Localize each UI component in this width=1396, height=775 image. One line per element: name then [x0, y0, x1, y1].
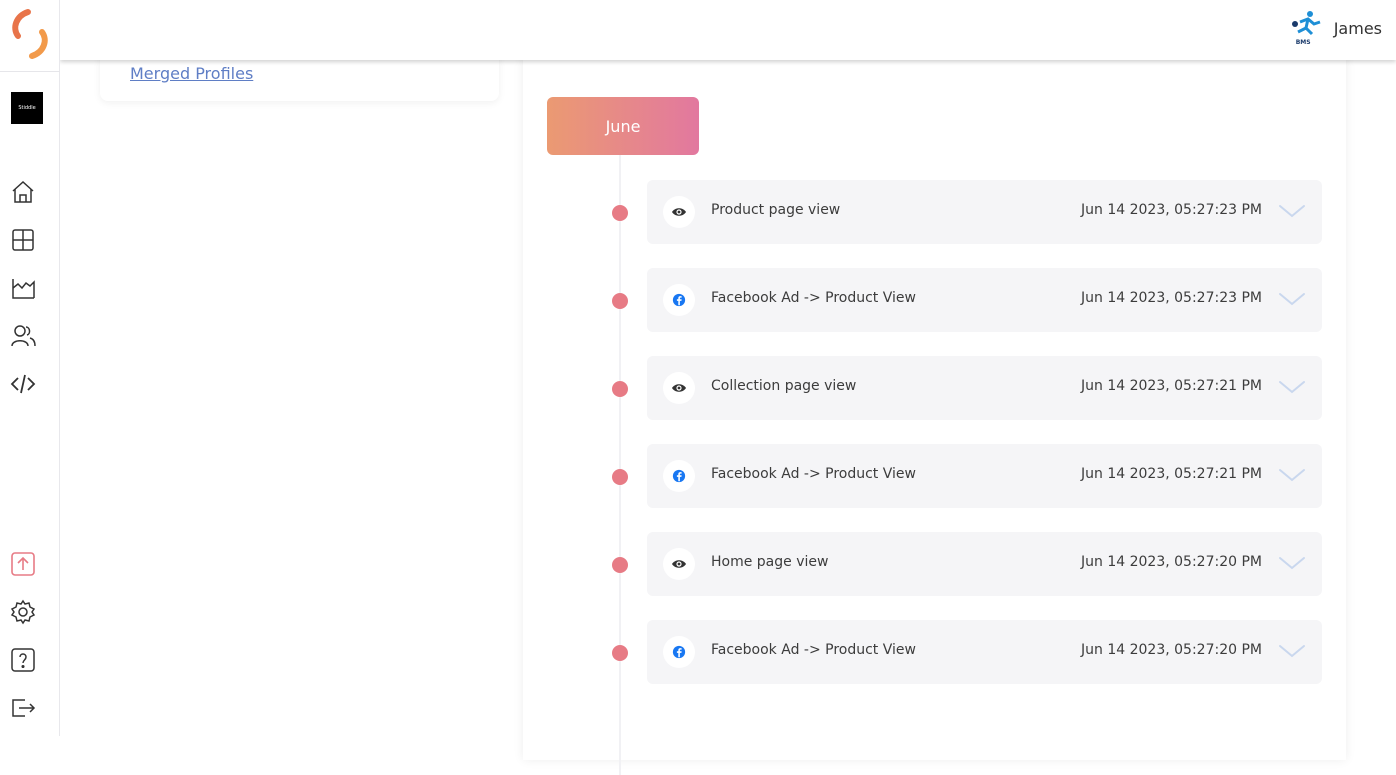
eye-icon — [663, 196, 695, 228]
event-title: Home page view — [711, 554, 829, 570]
event-title: Facebook Ad -> Product View — [711, 642, 916, 658]
help-icon — [11, 648, 35, 672]
nav-help[interactable] — [10, 647, 36, 673]
org-logo-text: BMS — [1295, 39, 1311, 46]
event-title: Collection page view — [711, 378, 857, 394]
runner-icon — [1291, 11, 1321, 36]
timeline-event: Facebook Ad -> Product View Jun 14 2023, … — [523, 620, 1346, 684]
event-timestamp: Jun 14 2023, 05:27:23 PM — [1081, 202, 1262, 218]
month-label: June — [547, 97, 699, 155]
chevron-down-icon[interactable] — [1278, 466, 1306, 486]
facebook-icon — [663, 284, 695, 316]
eye-icon — [663, 372, 695, 404]
event-card[interactable]: Facebook Ad -> Product View Jun 14 2023, … — [647, 268, 1322, 332]
nav-logout[interactable] — [10, 695, 36, 721]
event-title: Product page view — [711, 202, 841, 218]
timeline-dot — [612, 557, 628, 573]
timeline-event: Facebook Ad -> Product View Jun 14 2023, … — [523, 268, 1346, 332]
timeline-dot — [612, 469, 628, 485]
timeline-event: Facebook Ad -> Product View Jun 14 2023, … — [523, 444, 1346, 508]
timeline-dot — [612, 293, 628, 309]
event-title: Facebook Ad -> Product View — [711, 466, 916, 482]
chevron-down-icon[interactable] — [1278, 642, 1306, 662]
nav-dashboard[interactable] — [10, 227, 36, 253]
timeline-dot — [612, 381, 628, 397]
workspace-label: Stiddle — [18, 105, 36, 111]
nav-analytics[interactable] — [10, 275, 36, 301]
event-card[interactable]: Facebook Ad -> Product View Jun 14 2023, … — [647, 620, 1322, 684]
chevron-down-icon[interactable] — [1278, 554, 1306, 574]
logo-icon — [12, 9, 48, 59]
timeline-event: Collection page view Jun 14 2023, 05:27:2… — [523, 356, 1346, 420]
users-icon — [11, 325, 36, 347]
logout-icon — [12, 699, 36, 717]
facebook-icon — [663, 636, 695, 668]
nav-home[interactable] — [10, 179, 36, 205]
upload-icon — [11, 552, 35, 576]
org-logo: BMS — [1290, 10, 1322, 46]
gear-icon — [10, 599, 36, 625]
timeline-panel: June Product page view Jun 14 2023, 05:27… — [523, 40, 1346, 775]
event-timestamp: Jun 14 2023, 05:27:20 PM — [1081, 642, 1262, 658]
area-chart-icon — [12, 279, 35, 299]
merged-profiles-link[interactable]: Merged Profiles — [130, 64, 253, 83]
eye-icon — [663, 548, 695, 580]
code-icon — [10, 374, 36, 394]
timeline-event: Home page view Jun 14 2023, 05:27:20 PM — [523, 532, 1346, 596]
user-menu[interactable]: BMS James — [1290, 10, 1382, 46]
nav-upgrade[interactable] — [10, 551, 36, 577]
event-card[interactable]: Home page view Jun 14 2023, 05:27:20 PM — [647, 532, 1322, 596]
event-card[interactable]: Product page view Jun 14 2023, 05:27:23 P… — [647, 180, 1322, 244]
sidebar-divider — [0, 71, 60, 72]
workspace-logo[interactable]: Stiddle — [11, 92, 43, 124]
nav-developer[interactable] — [10, 371, 36, 397]
chevron-down-icon[interactable] — [1278, 290, 1306, 310]
event-card[interactable]: Collection page view Jun 14 2023, 05:27:2… — [647, 356, 1322, 420]
timeline-dot — [612, 205, 628, 221]
timeline-event: Product page view Jun 14 2023, 05:27:23 P… — [523, 180, 1346, 244]
event-card[interactable]: Facebook Ad -> Product View Jun 14 2023, … — [647, 444, 1322, 508]
event-timestamp: Jun 14 2023, 05:27:20 PM — [1081, 554, 1262, 570]
facebook-icon — [663, 460, 695, 492]
event-timestamp: Jun 14 2023, 05:27:21 PM — [1081, 466, 1262, 482]
timeline-dot — [612, 645, 628, 661]
nav-settings[interactable] — [10, 599, 36, 625]
nav-audience[interactable] — [10, 323, 36, 349]
home-icon — [12, 180, 34, 203]
grid-icon — [12, 229, 34, 251]
sidebar: Stiddle — [0, 0, 60, 736]
chevron-down-icon[interactable] — [1278, 378, 1306, 398]
event-timestamp: Jun 14 2023, 05:27:21 PM — [1081, 378, 1262, 394]
app-logo[interactable] — [8, 6, 52, 62]
user-name: James — [1333, 18, 1382, 38]
top-bar: BMS James — [60, 0, 1396, 60]
chevron-down-icon[interactable] — [1278, 202, 1306, 222]
event-timestamp: Jun 14 2023, 05:27:23 PM — [1081, 290, 1262, 306]
event-title: Facebook Ad -> Product View — [711, 290, 916, 306]
